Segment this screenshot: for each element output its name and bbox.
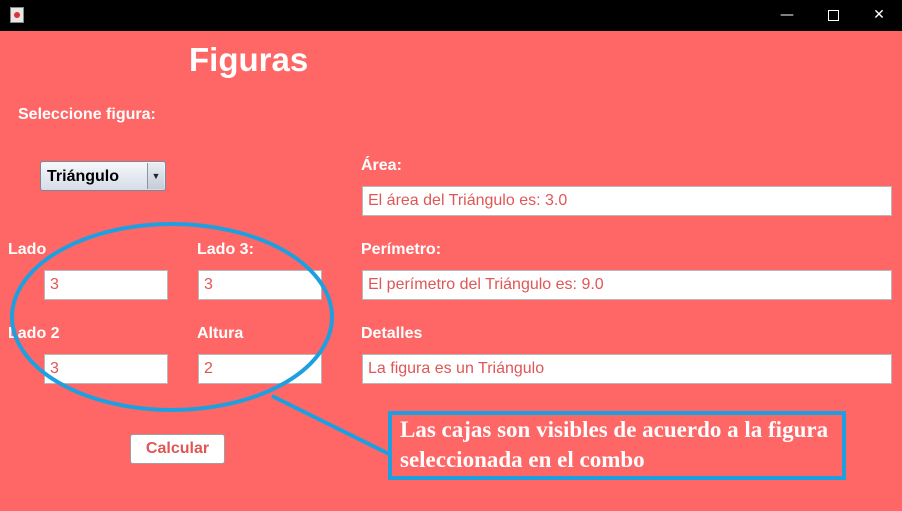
callout-connector (271, 394, 392, 457)
annotation-callout: Las cajas son visibles de acuerdo a la f… (388, 411, 846, 480)
highlight-ellipse (10, 222, 334, 412)
